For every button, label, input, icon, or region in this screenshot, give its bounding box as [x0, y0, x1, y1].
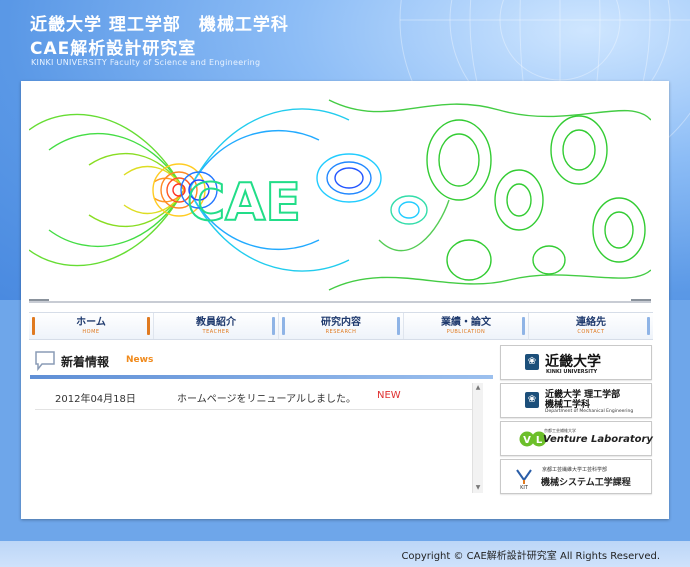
nav-sub: PUBLICATION: [446, 328, 486, 335]
nav-label: 業績・論文: [441, 316, 491, 328]
scroll-down-icon[interactable]: ▼: [473, 483, 483, 493]
banner-dept[interactable]: ❀ 近畿大学 理工学部 機械工学科 Department of Mechanic…: [500, 383, 652, 418]
hero-divider-left: [29, 299, 49, 301]
nav-bar-right: [397, 317, 400, 335]
banner-venture-name: Venture Laboratory: [543, 434, 653, 445]
hero-image: CAE: [29, 90, 651, 303]
svg-text:KIT: KIT: [520, 485, 529, 490]
news-title-en: News: [126, 355, 154, 365]
nav-item-publication[interactable]: 業績・論文 PUBLICATION: [404, 313, 529, 339]
banner-kindai[interactable]: ❀ 近畿大学 KINKI UNIVERSITY: [500, 345, 652, 380]
nav-sub: CONTACT: [577, 328, 605, 335]
nav-bar-right: [647, 317, 650, 335]
copyright-text: Copyright © CAE解析設計研究室 All Rights Reserv…: [401, 551, 660, 562]
kindai-logo-icon: ❀: [525, 392, 539, 408]
nav-bar-right: [272, 317, 275, 335]
banner-dept-sub: Department of Mechanical Engineering: [545, 409, 634, 414]
news-text: ホームページをリニューアルしました。: [177, 394, 356, 405]
svg-text:L: L: [536, 435, 543, 446]
speech-bubble-icon: [35, 351, 55, 371]
banner-kindai-name: 近畿大学: [545, 354, 601, 370]
site-title-line2: CAE解析設計研究室: [30, 39, 197, 59]
main-nav: ホーム HOME 教員紹介 TEACHER 研究内容 RESEARCH 業績・論…: [29, 312, 653, 340]
nav-bar-right: [147, 317, 150, 335]
scroll-up-icon[interactable]: ▲: [473, 383, 483, 393]
banner-kit-name: 機械システム工学課程: [541, 478, 631, 488]
banner-kit[interactable]: KIT 京都工芸繊維大学工芸科学部 機械システム工学課程: [500, 459, 652, 494]
news-scrollbar[interactable]: ▲ ▼: [472, 383, 483, 493]
banner-kit-small: 京都工芸繊維大学工芸科学部: [542, 467, 608, 473]
hero-cae-letters: CAE: [187, 173, 301, 233]
new-badge: NEW: [377, 390, 401, 401]
site-title-line1: 近畿大学 理工学部 機械工学科: [30, 15, 289, 35]
nav-item-research[interactable]: 研究内容 RESEARCH: [279, 313, 404, 339]
nav-bar-left: [32, 317, 35, 335]
hero-divider-right: [631, 299, 651, 301]
site-subtitle: KINKI UNIVERSITY Faculty of Science and …: [31, 58, 261, 67]
contour-plot-image: CAE: [29, 99, 651, 291]
banner-venture[interactable]: V L 京都工芸繊維大学 Venture Laboratory: [500, 421, 653, 456]
nav-item-teacher[interactable]: 教員紹介 TEACHER: [154, 313, 279, 339]
nav-item-contact[interactable]: 連絡先 CONTACT: [529, 313, 653, 339]
nav-bar-right: [522, 317, 525, 335]
banner-kindai-sub: KINKI UNIVERSITY: [546, 369, 598, 375]
nav-item-home[interactable]: ホーム HOME: [29, 313, 154, 339]
nav-label: 連絡先: [576, 316, 606, 328]
news-date: 2012年04月18日: [55, 394, 136, 405]
nav-sub: TEACHER: [202, 328, 230, 335]
kindai-logo-icon: ❀: [525, 354, 539, 370]
nav-label: 教員紹介: [196, 316, 236, 328]
nav-label: ホーム: [76, 316, 106, 328]
nav-label: 研究内容: [321, 316, 361, 328]
news-rule: [30, 375, 493, 379]
news-list: 2012年04月18日 ホームページをリニューアルしました。 NEW: [35, 383, 483, 493]
nav-sub: HOME: [82, 328, 100, 335]
svg-text:V: V: [523, 435, 531, 446]
list-item[interactable]: 2012年04月18日 ホームページをリニューアルしました。 NEW: [35, 383, 483, 410]
footer: Copyright © CAE解析設計研究室 All Rights Reserv…: [0, 541, 690, 567]
news-title: 新着情報: [61, 355, 110, 369]
nav-sub: RESEARCH: [325, 328, 357, 335]
kit-logo-icon: KIT: [516, 469, 532, 490]
nav-bar-left: [282, 317, 285, 335]
main-panel: CAE ホーム HOME 教員紹介 TEACHER 研究内容 RESEARCH …: [21, 81, 669, 519]
